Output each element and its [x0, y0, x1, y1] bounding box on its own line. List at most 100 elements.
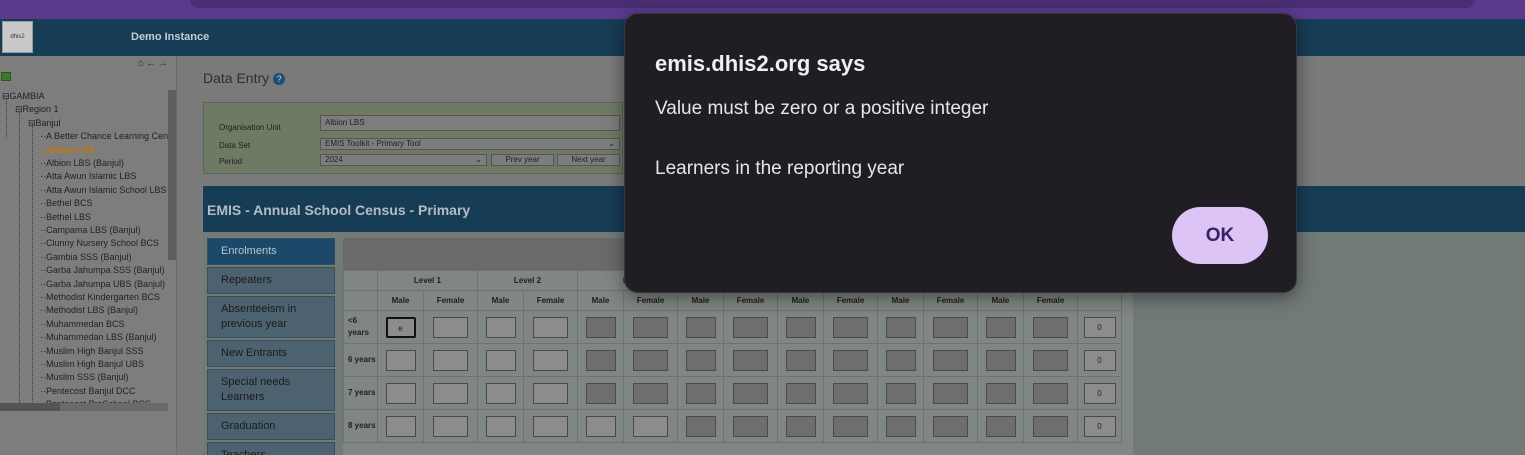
home-icon[interactable]: ⌂ [138, 58, 146, 69]
tree-vertical-scrollbar[interactable] [168, 90, 176, 260]
grid-cell [677, 376, 724, 410]
value-input [685, 382, 716, 404]
value-input[interactable] [433, 316, 468, 338]
value-input[interactable] [533, 382, 568, 404]
value-input [885, 415, 916, 437]
tree-leaf-node[interactable]: ··Pentecost Banjul DCC [40, 385, 136, 398]
grid-cell [823, 343, 878, 377]
value-input[interactable] [385, 415, 416, 437]
tree-leaf-node[interactable]: ··Clunny Nursery School BCS [40, 237, 159, 250]
tab-absenteeism-in-previous-year[interactable]: Absenteeism in previous year [207, 296, 335, 338]
tree-leaf-node[interactable]: ··Gambia SSS (Banjul) [40, 251, 132, 264]
value-input [733, 415, 768, 437]
value-input[interactable] [433, 349, 468, 371]
value-input [733, 382, 768, 404]
grid-cell [877, 310, 924, 344]
grid-cell [977, 310, 1024, 344]
tree-leaf-node[interactable]: ··Atta Awun Islamic School LBS [40, 184, 166, 197]
help-icon[interactable]: ? [273, 73, 286, 85]
grid-cell [923, 409, 978, 443]
value-input [933, 349, 968, 371]
value-input [885, 316, 916, 338]
org-unit-field[interactable]: Albion LBS [320, 115, 620, 131]
value-input [633, 316, 668, 338]
address-bar[interactable] [190, 0, 1475, 8]
period-select[interactable]: 2024 ⌄ [320, 154, 487, 166]
tree-folder-node[interactable]: ⊟GAMBIA [2, 90, 45, 103]
tab-new-entrants[interactable]: New Entrants [207, 340, 335, 367]
grid-cell [377, 376, 424, 410]
grid-cell [777, 343, 824, 377]
ok-button[interactable]: OK [1172, 207, 1268, 264]
tree-leaf-node[interactable]: ··Campama LBS (Banjul) [40, 224, 141, 237]
tree-leaf-node[interactable]: ··Muhammedan LBS (Banjul) [40, 331, 157, 344]
grid-cell [823, 376, 878, 410]
tree-connector-line [19, 111, 20, 410]
value-input[interactable] [633, 415, 668, 437]
grid-cell [423, 310, 478, 344]
row-total: 0 [1083, 316, 1116, 338]
value-input[interactable] [433, 382, 468, 404]
tree-folder-node[interactable]: ⊟Region 1 [15, 103, 59, 116]
tab-special-needs-learners[interactable]: Special needs Learners [207, 369, 335, 411]
value-input[interactable] [533, 316, 568, 338]
value-input[interactable] [485, 415, 516, 437]
tree-toggle-icon[interactable] [1, 72, 11, 81]
tree-leaf-node[interactable]: ··Bethel BCS [40, 197, 93, 210]
grid-cell [1023, 343, 1078, 377]
tree-leaf-node[interactable]: ··Albion LBS [40, 144, 95, 157]
value-input [785, 349, 816, 371]
grid-cell [1023, 409, 1078, 443]
tree-leaf-node[interactable]: ··A Better Chance Learning Cen [40, 130, 168, 143]
tree-horizontal-scrollbar[interactable] [0, 403, 168, 411]
tree-leaf-node[interactable]: ··Muslim High Banjul SSS [40, 345, 144, 358]
tree-leaf-node[interactable]: ··Garba Jahumpa SSS (Banjul) [40, 264, 165, 277]
tree-leaf-node[interactable]: ··Bethel LBS [40, 211, 91, 224]
value-input[interactable] [433, 415, 468, 437]
value-input [833, 382, 868, 404]
value-input [985, 382, 1016, 404]
tree-leaf-node[interactable]: ··Muslim High Banjul UBS [40, 358, 144, 371]
row-label: 7 years [343, 376, 378, 410]
tree-leaf-node[interactable]: ··Muhammedan BCS [40, 318, 125, 331]
data-set-select[interactable]: EMIS Toolkit - Primary Tool ⌄ [320, 138, 620, 150]
forward-arrow-icon[interactable]: → [158, 58, 170, 69]
value-input [933, 316, 968, 338]
next-year-button[interactable]: Next year [557, 154, 620, 166]
tab-repeaters[interactable]: Repeaters [207, 267, 335, 294]
value-input[interactable] [485, 382, 516, 404]
tree-leaf-node[interactable]: ··Garba Jahumpa UBS (Banjul) [40, 278, 165, 291]
value-input [1033, 415, 1068, 437]
value-input[interactable] [533, 349, 568, 371]
org-unit-label: Organisation Unit [219, 123, 281, 132]
tree-leaf-node[interactable]: ··Muslim SSS (Banjul) [40, 371, 129, 384]
tab-enrolments[interactable]: Enrolments [207, 238, 335, 265]
value-input[interactable] [385, 349, 416, 371]
instance-title: Demo Instance [131, 31, 210, 43]
value-input[interactable] [533, 415, 568, 437]
tree-leaf-node[interactable]: ··Atta Awun Islamic LBS [40, 170, 136, 183]
grid-cell [377, 343, 424, 377]
tree-leaf-node[interactable]: ··Albion LBS (Banjul) [40, 157, 124, 170]
prev-year-button[interactable]: Prev year [491, 154, 554, 166]
row-total: 0 [1083, 382, 1116, 404]
value-input [633, 349, 668, 371]
tree-connector-line [32, 124, 33, 410]
value-input[interactable] [585, 415, 616, 437]
value-input[interactable] [385, 382, 416, 404]
sex-header: Female [523, 290, 578, 311]
back-arrow-icon[interactable]: ← [146, 58, 158, 69]
value-input [785, 382, 816, 404]
value-input[interactable] [485, 349, 516, 371]
value-input [885, 349, 916, 371]
focused-value-input[interactable]: e [385, 316, 416, 338]
value-input[interactable] [485, 316, 516, 338]
grid-cell [777, 409, 824, 443]
tab-graduation[interactable]: Graduation [207, 413, 335, 440]
dhis2-logo[interactable]: dhis2 [2, 21, 33, 53]
value-input [685, 415, 716, 437]
tree-leaf-node[interactable]: ··Methodist LBS (Banjul) [40, 304, 138, 317]
tab-teachers[interactable]: Teachers [207, 442, 335, 455]
value-input [985, 349, 1016, 371]
tree-leaf-node[interactable]: ··Methodist Kindergarten BCS [40, 291, 160, 304]
